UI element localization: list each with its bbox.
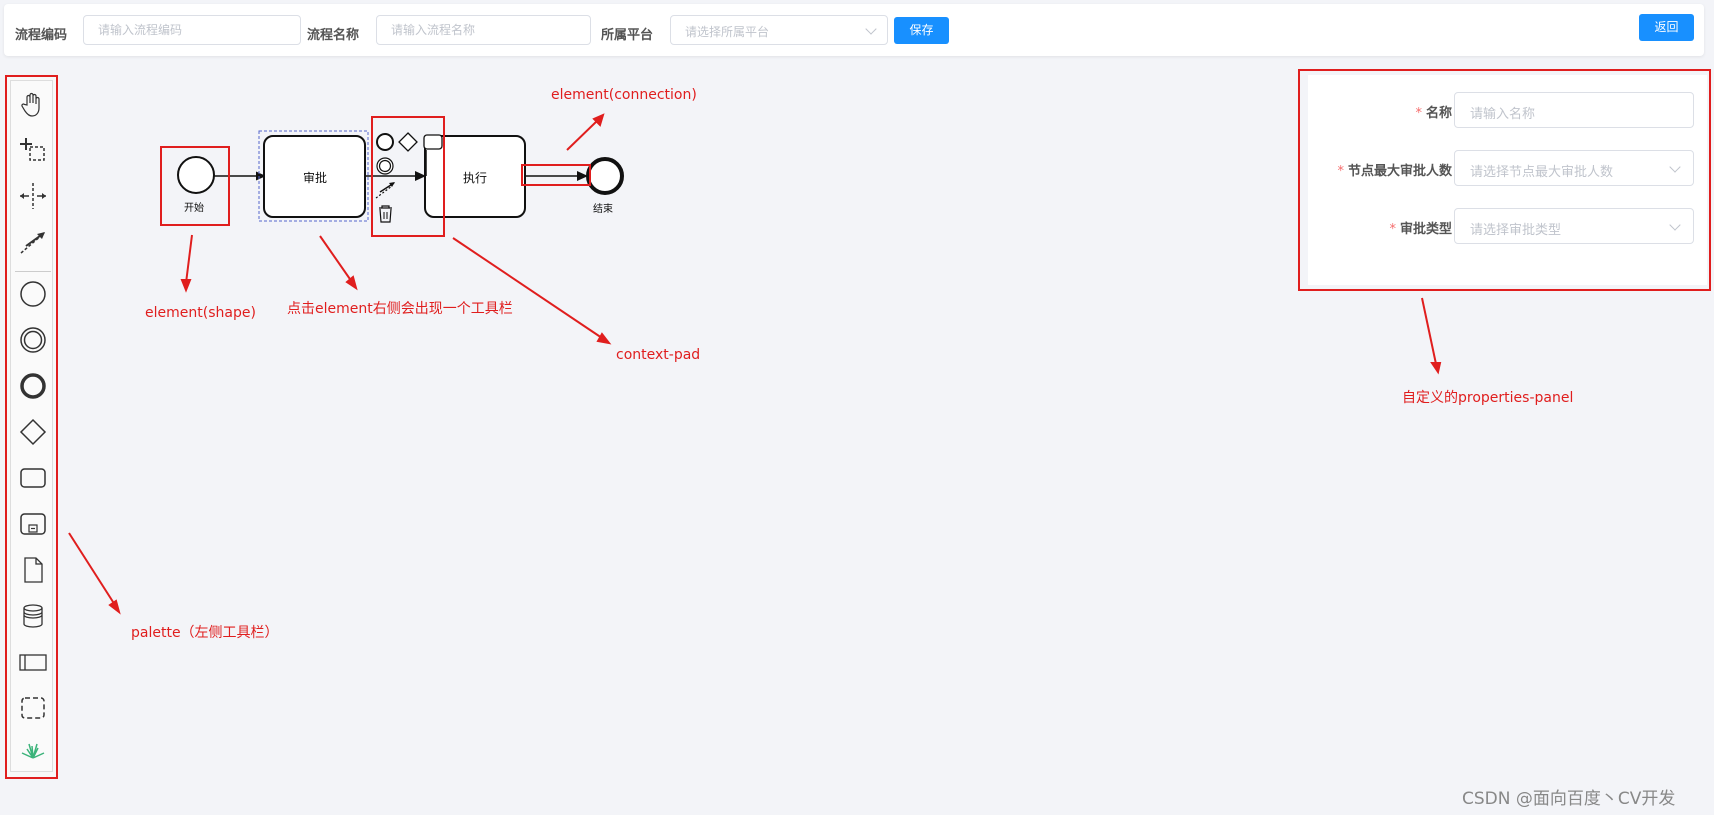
approval-type-label-text: 审批类型	[1399, 222, 1452, 237]
chevron-down-icon	[1669, 161, 1681, 173]
end-event-label: 结束	[593, 204, 613, 215]
execute-task-label: 执行	[463, 171, 488, 185]
connection-annotation: element(connection)	[551, 87, 697, 103]
arrow-properties	[1421, 297, 1437, 365]
name-input[interactable]: 请输入名称	[1454, 92, 1694, 128]
context-pad-annotation: context-pad	[616, 347, 701, 363]
chevron-down-icon	[1669, 219, 1681, 231]
shape-highlight-box	[160, 146, 230, 226]
palette-annotation: palette（左侧工具栏）	[131, 625, 279, 641]
arrow-head-icon	[1430, 362, 1442, 375]
arrow-palette	[68, 532, 116, 606]
connection-highlight-box	[521, 164, 591, 186]
max-approvers-placeholder: 请选择节点最大审批人数	[1470, 165, 1614, 180]
max-approvers-field-label: * 节点最大审批人数	[1337, 164, 1452, 179]
name-field-label: * 名称	[1415, 106, 1452, 121]
properties-form: * 名称 请输入名称 * 节点最大审批人数 请选择节点最大审批人数 * 审批类型 请选…	[1308, 75, 1707, 285]
arrow-context-pad	[452, 237, 603, 339]
name-label-text: 名称	[1425, 106, 1452, 121]
end-event[interactable]	[586, 157, 624, 195]
toolbar-hint-annotation: 点击element右侧会出现一个工具栏	[287, 301, 513, 317]
approve-task-label: 审批	[303, 171, 328, 185]
arrow-head-icon	[108, 599, 121, 615]
arrow-head-icon	[180, 279, 192, 293]
name-placeholder: 请输入名称	[1470, 107, 1536, 122]
shape-annotation: element(shape)	[145, 305, 256, 321]
approval-type-placeholder: 请选择审批类型	[1470, 223, 1562, 238]
approval-type-select[interactable]: 请选择审批类型	[1454, 208, 1694, 244]
watermark: CSDN @面向百度丶CV开发	[1462, 789, 1676, 809]
arrow-head-icon	[345, 275, 358, 291]
arrow-toolbar	[319, 235, 353, 283]
max-approvers-select[interactable]: 请选择节点最大审批人数	[1454, 150, 1694, 186]
context-pad-highlight-box	[371, 116, 445, 237]
max-approvers-label-text: 节点最大审批人数	[1347, 164, 1452, 179]
arrow-connection	[566, 119, 599, 151]
approval-type-field-label: * 审批类型	[1389, 222, 1452, 237]
arrow-shape	[185, 234, 193, 284]
properties-panel-annotation: 自定义的properties-panel	[1402, 390, 1574, 406]
properties-panel: * 名称 请输入名称 * 节点最大审批人数 请选择节点最大审批人数 * 审批类型 请选…	[1298, 69, 1711, 291]
